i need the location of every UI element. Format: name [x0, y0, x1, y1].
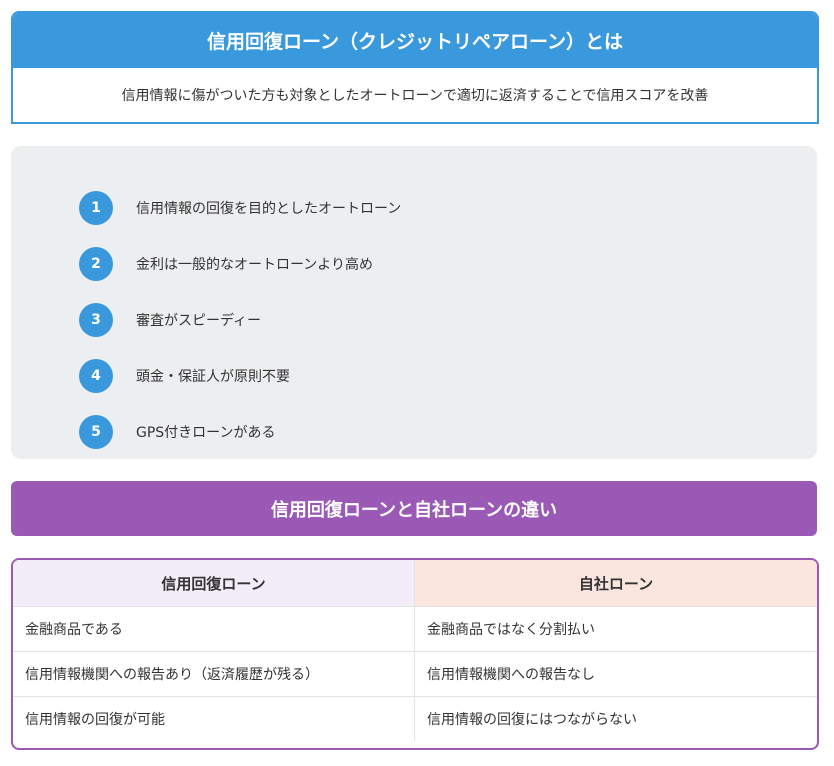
- feature-text: 審査がスピーディー: [136, 313, 262, 329]
- table-row: 信用情報機関への報告あり（返済履歴が残る） 信用情報機関への報告なし: [13, 652, 817, 697]
- definition-description: 信用情報に傷がついた方も対象としたオートローンで適切に返済することで信用スコアを…: [121, 88, 709, 104]
- number-badge: 3: [79, 303, 113, 337]
- table-cell: 金融商品ではなく分割払い: [427, 622, 595, 638]
- definition-box: 信用回復ローン（クレジットリペアローン）とは 信用情報に傷がついた方も対象とした…: [11, 11, 819, 124]
- comparison-title: 信用回復ローンと自社ローンの違い: [11, 481, 817, 536]
- comparison-table: 信用回復ローン 自社ローン 金融商品である 金融商品ではなく分割払い 信用情報機…: [11, 558, 819, 750]
- feature-text: 頭金・保証人が原則不要: [136, 369, 290, 385]
- number-badge: 2: [79, 247, 113, 281]
- number-badge: 5: [79, 415, 113, 449]
- table-row: 信用情報の回復が可能 信用情報の回復にはつながらない: [13, 697, 817, 741]
- feature-item: 5 GPS付きローンがある: [79, 415, 401, 449]
- feature-item: 1 信用情報の回復を目的としたオートローン: [79, 191, 401, 225]
- number-badge: 1: [79, 191, 113, 225]
- feature-item: 4 頭金・保証人が原則不要: [79, 359, 401, 393]
- feature-text: 信用情報の回復を目的としたオートローン: [136, 201, 402, 217]
- features-panel: 1 信用情報の回復を目的としたオートローン 2 金利は一般的なオートローンより高…: [11, 146, 817, 459]
- table-cell: 金融商品である: [13, 607, 415, 651]
- feature-item: 3 審査がスピーディー: [79, 303, 401, 337]
- number-badge: 4: [79, 359, 113, 393]
- features-list: 1 信用情報の回復を目的としたオートローン 2 金利は一般的なオートローンより高…: [79, 191, 401, 449]
- column-header-in-house-loan: 自社ローン: [415, 560, 817, 606]
- definition-title: 信用回復ローン（クレジットリペアローン）とは: [13, 13, 817, 68]
- table-header-row: 信用回復ローン 自社ローン: [13, 560, 817, 607]
- table-cell: 信用情報の回復にはつながらない: [427, 712, 637, 728]
- feature-item: 2 金利は一般的なオートローンより高め: [79, 247, 401, 281]
- table-cell: 信用情報機関への報告なし: [427, 667, 595, 683]
- feature-text: GPS付きローンがある: [136, 425, 276, 441]
- feature-text: 金利は一般的なオートローンより高め: [136, 257, 374, 273]
- table-cell: 信用情報の回復が可能: [13, 697, 415, 741]
- table-cell: 信用情報機関への報告あり（返済履歴が残る）: [13, 652, 415, 696]
- column-header-credit-repair-loan: 信用回復ローン: [13, 560, 415, 606]
- table-row: 金融商品である 金融商品ではなく分割払い: [13, 607, 817, 652]
